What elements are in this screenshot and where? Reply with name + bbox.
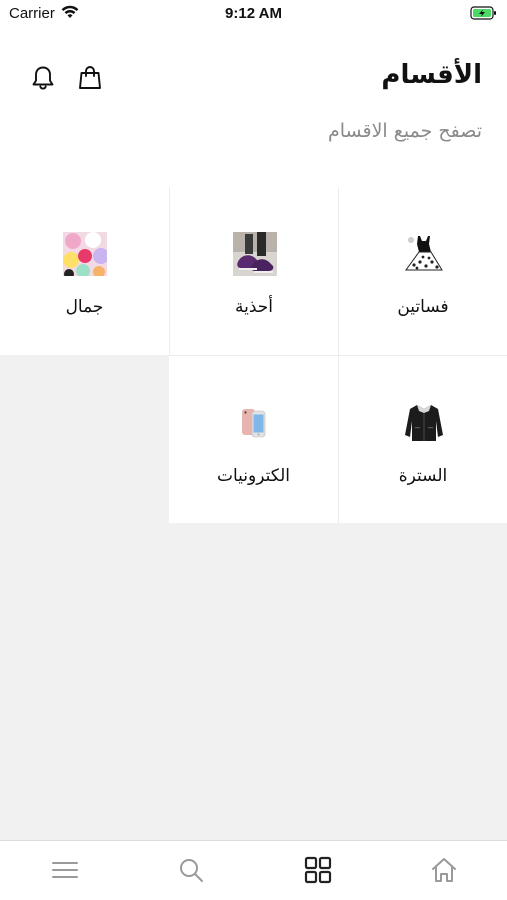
battery-charging-icon xyxy=(470,6,496,20)
category-beauty[interactable]: جمال xyxy=(0,187,169,355)
category-jacket[interactable]: السترة xyxy=(338,355,507,523)
category-label: أحذية xyxy=(234,297,273,317)
dress-thumbnail xyxy=(402,232,446,276)
shopping-bag-icon[interactable] xyxy=(75,63,105,93)
page-subtitle: تصفح جميع الاقسام xyxy=(328,120,482,142)
category-label: جمال xyxy=(65,297,104,317)
home-icon[interactable] xyxy=(429,855,459,885)
phone-thumbnail xyxy=(232,401,276,445)
page-title: الأقسام xyxy=(381,60,482,90)
category-shoes[interactable]: أحذية xyxy=(169,187,338,355)
category-electronics[interactable]: الكترونيات xyxy=(169,355,338,523)
categories-grid: فساتين أحذية جمال السترة الكترونيات xyxy=(0,187,507,841)
category-label: الكترونيات xyxy=(216,466,291,486)
menu-icon[interactable] xyxy=(50,855,80,885)
category-label: السترة xyxy=(398,466,448,486)
shoes-thumbnail xyxy=(233,232,277,276)
tab-bar xyxy=(0,840,507,900)
search-icon[interactable] xyxy=(176,855,206,885)
beauty-thumbnail xyxy=(63,232,107,276)
grid-icon[interactable] xyxy=(303,855,333,885)
jacket-thumbnail xyxy=(402,401,446,445)
category-label: فساتين xyxy=(397,297,449,317)
category-dresses[interactable]: فساتين xyxy=(338,187,507,355)
status-time: 9:12 AM xyxy=(225,5,282,22)
bell-icon[interactable] xyxy=(28,63,58,93)
status-bar: Carrier 9:12 AM xyxy=(0,0,507,28)
